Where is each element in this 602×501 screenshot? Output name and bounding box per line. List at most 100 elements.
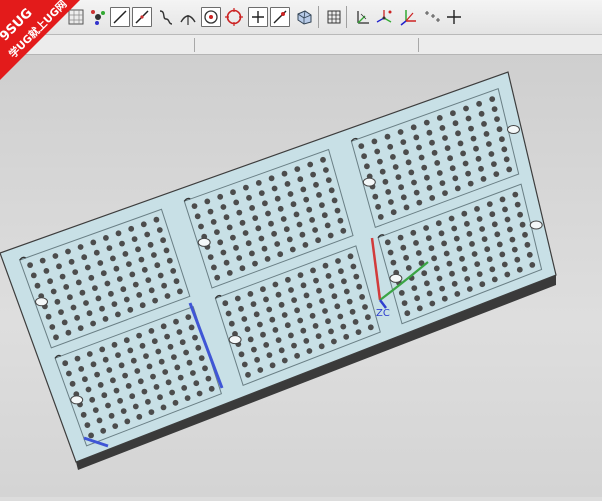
point-set-icon[interactable] xyxy=(422,7,442,27)
perforation-hole xyxy=(297,317,304,324)
perforation-hole xyxy=(257,367,264,373)
perforation-hole xyxy=(424,280,430,287)
perforation-hole xyxy=(457,140,464,147)
perforation-hole xyxy=(217,239,224,246)
csys-icon[interactable] xyxy=(352,7,372,27)
perforation-hole xyxy=(278,301,285,308)
perforation-hole xyxy=(426,129,433,136)
perforation-hole xyxy=(78,366,85,372)
perforation-hole xyxy=(136,292,143,298)
perforation-hole xyxy=(277,251,284,258)
perforation-hole xyxy=(102,356,109,363)
datum-csys-icon[interactable] xyxy=(374,7,394,27)
perforation-hole xyxy=(96,417,103,424)
perforation-hole xyxy=(322,262,329,269)
perforation-hole xyxy=(316,192,322,198)
perforation-hole xyxy=(325,177,332,183)
perforation-hole xyxy=(524,241,531,248)
perforation-hole xyxy=(324,222,331,229)
perforation-hole xyxy=(331,338,337,345)
perforation-hole xyxy=(86,310,93,317)
perforation-hole xyxy=(290,201,297,208)
perforation-hole xyxy=(110,255,116,262)
perforation-hole xyxy=(90,361,97,368)
perforation-hole xyxy=(476,100,482,107)
perforation-hole xyxy=(439,285,445,292)
perforation-hole xyxy=(27,262,33,268)
perforation-hole xyxy=(230,234,236,241)
crosshair-icon[interactable] xyxy=(444,7,464,27)
perforation-hole xyxy=(141,388,148,395)
circle-icon[interactable] xyxy=(224,7,244,27)
perforation-hole xyxy=(291,297,297,303)
perforation-hole xyxy=(69,380,76,387)
perforation-hole xyxy=(300,327,307,334)
perforation-hole xyxy=(470,135,477,142)
perforation-hole xyxy=(429,195,436,201)
point-on-curve-icon[interactable] xyxy=(201,7,221,27)
perforation-hole xyxy=(299,231,306,238)
perforation-hole xyxy=(288,287,294,293)
perforation-hole xyxy=(511,246,518,253)
perforation-hole xyxy=(113,387,120,394)
mounting-slot xyxy=(507,125,520,134)
perforation-hole xyxy=(193,380,200,387)
curve-icon[interactable] xyxy=(156,7,176,27)
shade-icon[interactable] xyxy=(294,7,314,27)
perforation-hole xyxy=(136,413,143,420)
perforation-hole xyxy=(439,180,446,186)
perforation-hole xyxy=(77,325,84,331)
perforation-hole xyxy=(207,208,214,215)
perforation-hole xyxy=(448,215,455,222)
spline-icon[interactable] xyxy=(132,7,152,27)
perforation-hole xyxy=(334,207,341,214)
matrix-icon[interactable] xyxy=(324,7,344,27)
graphics-viewport[interactable]: ZC xyxy=(0,55,602,497)
perforation-hole xyxy=(337,313,344,320)
perforation-hole xyxy=(52,253,59,259)
perforation-hole xyxy=(449,165,456,172)
perforation-hole xyxy=(275,291,282,298)
perforation-hole xyxy=(131,236,138,243)
perforation-hole xyxy=(328,328,334,335)
perforation-hole xyxy=(177,288,183,295)
perforation-hole xyxy=(92,407,99,413)
perforation-hole xyxy=(68,258,75,265)
perforation-hole xyxy=(272,281,279,288)
axes-icon[interactable] xyxy=(398,7,418,27)
line-icon[interactable] xyxy=(110,7,130,27)
perforation-hole xyxy=(155,348,162,355)
perforation-hole xyxy=(171,354,177,360)
line-tangent-icon[interactable] xyxy=(270,7,290,27)
perforation-hole xyxy=(431,255,437,262)
perforation-hole xyxy=(349,308,356,315)
perforation-hole xyxy=(410,229,417,236)
perforation-hole xyxy=(34,282,41,289)
perforation-hole xyxy=(522,231,528,238)
perforation-hole xyxy=(429,139,435,146)
perforation-hole xyxy=(434,160,441,166)
perforation-hole xyxy=(145,398,151,405)
perforation-hole xyxy=(444,145,451,151)
perforation-hole xyxy=(401,300,408,306)
perforation-hole xyxy=(160,323,167,330)
perforation-hole xyxy=(274,195,281,202)
perforation-hole xyxy=(120,286,127,293)
perforation-hole xyxy=(242,230,249,236)
perforation-hole xyxy=(254,356,260,363)
arc-icon[interactable] xyxy=(178,7,198,27)
perforation-hole xyxy=(230,189,236,196)
perforation-hole xyxy=(140,221,147,228)
perforation-hole xyxy=(347,253,354,260)
perforation-hole xyxy=(65,248,71,255)
perforation-hole xyxy=(129,271,136,278)
perforation-hole xyxy=(141,266,148,273)
perforation-hole xyxy=(150,373,156,380)
perforation-hole xyxy=(132,403,139,410)
perforation-hole xyxy=(82,376,88,383)
perforation-hole xyxy=(190,370,196,376)
perforation-hole xyxy=(148,287,155,294)
point-dialog-icon[interactable] xyxy=(88,7,108,27)
perforation-hole xyxy=(313,181,319,188)
plus-point-icon[interactable] xyxy=(248,7,268,27)
